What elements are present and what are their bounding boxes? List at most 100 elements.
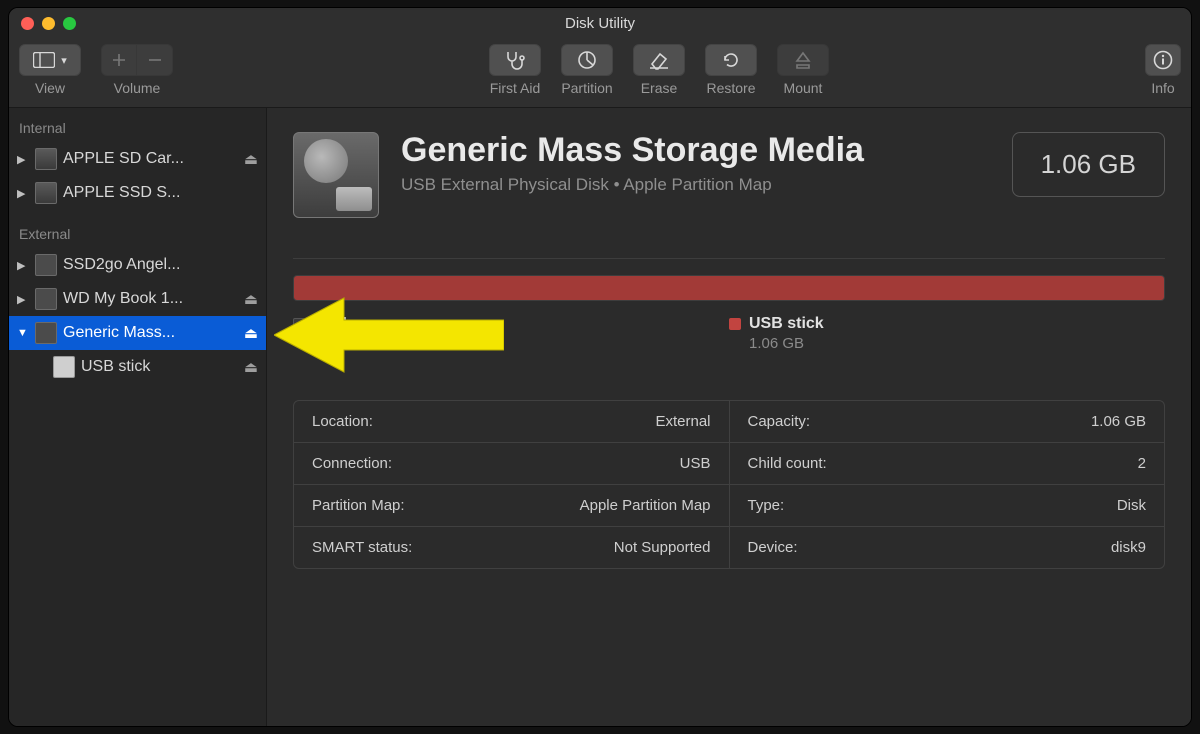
erase-button[interactable] bbox=[633, 44, 685, 76]
window-title: Disk Utility bbox=[9, 15, 1191, 32]
sidebar-item-ssd2go[interactable]: ▶ SSD2go Angel... bbox=[9, 248, 266, 282]
mount-button[interactable] bbox=[777, 44, 829, 76]
sidebar-header-external: External bbox=[9, 220, 266, 248]
partition-legend-item: k9s1 bbox=[293, 315, 729, 333]
disk-icon bbox=[35, 322, 57, 344]
traffic-lights bbox=[9, 17, 76, 30]
view-cluster: ▾ View bbox=[19, 44, 81, 96]
partition-legend-item: USB stick bbox=[729, 315, 1165, 333]
plus-icon bbox=[112, 53, 126, 67]
sidebar-item-apple-sd-card[interactable]: ▶ APPLE SD Car... ⏏ bbox=[9, 142, 266, 176]
restore-icon bbox=[721, 50, 741, 70]
restore-button[interactable] bbox=[705, 44, 757, 76]
firstaid-cluster: First Aid bbox=[489, 44, 541, 96]
remove-volume-button[interactable] bbox=[137, 44, 173, 76]
disclosure-triangle-icon[interactable]: ▶ bbox=[17, 153, 29, 166]
disclosure-triangle-icon[interactable]: ▶ bbox=[17, 293, 29, 306]
disk-header: Generic Mass Storage Media USB External … bbox=[293, 132, 1165, 218]
info-row: Child count:2 bbox=[730, 443, 1165, 485]
info-button[interactable] bbox=[1145, 44, 1181, 76]
disk-image-icon bbox=[293, 132, 379, 218]
sidebar-item-wd-mybook[interactable]: ▶ WD My Book 1... ⏏ bbox=[9, 282, 266, 316]
disk-icon bbox=[35, 254, 57, 276]
disk-subtitle: USB External Physical Disk • Apple Parti… bbox=[401, 175, 990, 195]
volume-icon bbox=[53, 356, 75, 378]
info-row: Location:External bbox=[294, 401, 729, 443]
restore-label: Restore bbox=[706, 80, 755, 96]
sidebar-item-label: SSD2go Angel... bbox=[63, 256, 258, 274]
disk-icon bbox=[35, 288, 57, 310]
info-row: Connection:USB bbox=[294, 443, 729, 485]
sidebar-item-generic-mass[interactable]: ▼ Generic Mass... ⏏ bbox=[9, 316, 266, 350]
disclosure-triangle-icon[interactable]: ▶ bbox=[17, 259, 29, 272]
partition-cluster: Partition bbox=[561, 44, 613, 96]
minimize-window-button[interactable] bbox=[42, 17, 55, 30]
color-swatch-icon bbox=[293, 318, 305, 330]
main-panel: Generic Mass Storage Media USB External … bbox=[267, 108, 1191, 726]
color-swatch-icon bbox=[729, 318, 741, 330]
partition-size: 1.06 GB bbox=[749, 335, 1165, 352]
sidebar-item-label: WD My Book 1... bbox=[63, 290, 238, 308]
info-row: Capacity:1.06 GB bbox=[730, 401, 1165, 443]
body: Internal ▶ APPLE SD Car... ⏏ ▶ APPLE SSD… bbox=[9, 108, 1191, 726]
sidebar-item-label: USB stick bbox=[81, 358, 238, 376]
eject-icon[interactable]: ⏏ bbox=[244, 150, 258, 168]
info-column-right: Capacity:1.06 GB Child count:2 Type:Disk… bbox=[730, 401, 1165, 568]
divider bbox=[293, 258, 1165, 259]
volume-label: Volume bbox=[114, 80, 161, 96]
restore-cluster: Restore bbox=[705, 44, 757, 96]
mount-label: Mount bbox=[784, 80, 823, 96]
mount-icon bbox=[794, 50, 812, 70]
erase-label: Erase bbox=[641, 80, 678, 96]
info-table: Location:External Connection:USB Partiti… bbox=[293, 400, 1165, 569]
sidebar-item-apple-ssd[interactable]: ▶ APPLE SSD S... bbox=[9, 176, 266, 210]
chevron-down-icon: ▾ bbox=[61, 54, 67, 67]
partition-legend: k9s1 32 KB USB stick 1.06 GB bbox=[293, 313, 1165, 354]
sidebar-item-label: APPLE SSD S... bbox=[63, 184, 258, 202]
info-icon bbox=[1153, 50, 1173, 70]
volume-cluster: Volume bbox=[101, 44, 173, 96]
first-aid-label: First Aid bbox=[490, 80, 541, 96]
info-row: Partition Map:Apple Partition Map bbox=[294, 485, 729, 527]
disclosure-triangle-icon[interactable]: ▶ bbox=[17, 187, 29, 200]
disk-utility-window: Disk Utility ▾ View Volume bbox=[8, 7, 1192, 727]
disk-icon bbox=[35, 148, 57, 170]
erase-icon bbox=[648, 50, 670, 70]
partition-name: USB stick bbox=[749, 315, 824, 333]
toolbar: ▾ View Volume First Aid bbox=[9, 38, 1191, 108]
info-cluster: Info bbox=[1145, 44, 1181, 96]
eject-icon[interactable]: ⏏ bbox=[244, 324, 258, 342]
eject-icon[interactable]: ⏏ bbox=[244, 358, 258, 376]
titlebar: Disk Utility bbox=[9, 8, 1191, 38]
sidebar-header-internal: Internal bbox=[9, 114, 266, 142]
erase-cluster: Erase bbox=[633, 44, 685, 96]
first-aid-button[interactable] bbox=[489, 44, 541, 76]
sidebar-item-label: Generic Mass... bbox=[63, 324, 238, 342]
info-column-left: Location:External Connection:USB Partiti… bbox=[294, 401, 730, 568]
partition-name: k9s1 bbox=[313, 315, 349, 333]
partition-bar[interactable] bbox=[293, 275, 1165, 301]
eject-icon[interactable]: ⏏ bbox=[244, 290, 258, 308]
capacity-badge: 1.06 GB bbox=[1012, 132, 1165, 197]
partition-button[interactable] bbox=[561, 44, 613, 76]
sidebar: Internal ▶ APPLE SD Car... ⏏ ▶ APPLE SSD… bbox=[9, 108, 267, 726]
minus-icon bbox=[148, 53, 162, 67]
add-volume-button[interactable] bbox=[101, 44, 137, 76]
info-row: Device:disk9 bbox=[730, 527, 1165, 568]
info-label: Info bbox=[1151, 80, 1174, 96]
view-label: View bbox=[35, 80, 65, 96]
stethoscope-icon bbox=[504, 50, 526, 70]
sidebar-item-label: APPLE SD Car... bbox=[63, 150, 238, 168]
pie-icon bbox=[577, 50, 597, 70]
zoom-window-button[interactable] bbox=[63, 17, 76, 30]
info-row: SMART status:Not Supported bbox=[294, 527, 729, 568]
disk-icon bbox=[35, 182, 57, 204]
disclosure-triangle-icon[interactable]: ▼ bbox=[17, 327, 29, 339]
info-row: Type:Disk bbox=[730, 485, 1165, 527]
sidebar-item-usb-stick[interactable]: USB stick ⏏ bbox=[9, 350, 266, 384]
view-button[interactable]: ▾ bbox=[19, 44, 81, 76]
mount-cluster: Mount bbox=[777, 44, 829, 96]
close-window-button[interactable] bbox=[21, 17, 34, 30]
partition-label: Partition bbox=[561, 80, 612, 96]
partition-size: 32 KB bbox=[313, 335, 729, 352]
